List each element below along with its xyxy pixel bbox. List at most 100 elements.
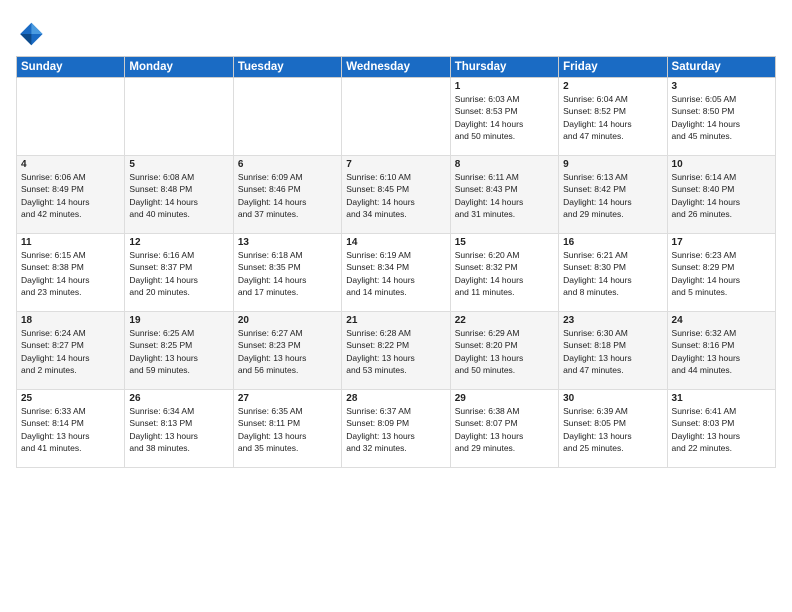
day-info: Sunset: 8:30 PM: [563, 261, 662, 273]
day-info: Sunset: 8:43 PM: [455, 183, 554, 195]
day-info: and 47 minutes.: [563, 130, 662, 142]
day-info: and 22 minutes.: [672, 442, 771, 454]
calendar-cell: 27Sunrise: 6:35 AMSunset: 8:11 PMDayligh…: [233, 390, 341, 468]
day-info: Sunrise: 6:35 AM: [238, 405, 337, 417]
day-info: Sunrise: 6:03 AM: [455, 93, 554, 105]
day-info: Sunset: 8:37 PM: [129, 261, 228, 273]
day-info: and 59 minutes.: [129, 364, 228, 376]
day-info: Sunset: 8:38 PM: [21, 261, 120, 273]
day-info: and 41 minutes.: [21, 442, 120, 454]
day-info: Sunset: 8:46 PM: [238, 183, 337, 195]
day-info: and 29 minutes.: [563, 208, 662, 220]
day-number: 28: [346, 393, 445, 404]
day-info: Sunrise: 6:06 AM: [21, 171, 120, 183]
day-info: Daylight: 13 hours: [238, 352, 337, 364]
day-info: Sunrise: 6:28 AM: [346, 327, 445, 339]
calendar-cell: [342, 78, 450, 156]
day-info: Daylight: 13 hours: [129, 430, 228, 442]
day-info: Sunrise: 6:29 AM: [455, 327, 554, 339]
day-number: 25: [21, 393, 120, 404]
day-info: Sunrise: 6:18 AM: [238, 249, 337, 261]
day-info: Sunrise: 6:41 AM: [672, 405, 771, 417]
calendar-cell: 4Sunrise: 6:06 AMSunset: 8:49 PMDaylight…: [17, 156, 125, 234]
day-info: Sunrise: 6:37 AM: [346, 405, 445, 417]
day-info: Daylight: 14 hours: [238, 196, 337, 208]
day-info: Daylight: 13 hours: [455, 430, 554, 442]
day-number: 17: [672, 237, 771, 248]
day-info: Sunset: 8:05 PM: [563, 417, 662, 429]
day-info: and 8 minutes.: [563, 286, 662, 298]
day-info: and 50 minutes.: [455, 130, 554, 142]
calendar-cell: 8Sunrise: 6:11 AMSunset: 8:43 PMDaylight…: [450, 156, 558, 234]
day-info: Daylight: 14 hours: [21, 352, 120, 364]
day-number: 31: [672, 393, 771, 404]
day-info: Daylight: 14 hours: [346, 274, 445, 286]
day-info: Daylight: 14 hours: [563, 196, 662, 208]
day-number: 27: [238, 393, 337, 404]
day-info: and 38 minutes.: [129, 442, 228, 454]
day-info: Sunset: 8:32 PM: [455, 261, 554, 273]
day-info: Sunset: 8:40 PM: [672, 183, 771, 195]
day-number: 22: [455, 315, 554, 326]
day-info: and 2 minutes.: [21, 364, 120, 376]
calendar-week-row: 25Sunrise: 6:33 AMSunset: 8:14 PMDayligh…: [17, 390, 776, 468]
day-number: 11: [21, 237, 120, 248]
page: SundayMondayTuesdayWednesdayThursdayFrid…: [0, 0, 792, 612]
day-info: Daylight: 14 hours: [672, 274, 771, 286]
day-info: and 31 minutes.: [455, 208, 554, 220]
day-info: Sunset: 8:22 PM: [346, 339, 445, 351]
day-info: Sunset: 8:29 PM: [672, 261, 771, 273]
day-info: Daylight: 13 hours: [672, 430, 771, 442]
day-number: 12: [129, 237, 228, 248]
day-info: Sunset: 8:25 PM: [129, 339, 228, 351]
day-info: and 50 minutes.: [455, 364, 554, 376]
calendar-cell: 18Sunrise: 6:24 AMSunset: 8:27 PMDayligh…: [17, 312, 125, 390]
day-info: Sunset: 8:18 PM: [563, 339, 662, 351]
day-info: Sunset: 8:42 PM: [563, 183, 662, 195]
day-info: and 25 minutes.: [563, 442, 662, 454]
day-info: and 37 minutes.: [238, 208, 337, 220]
day-info: Sunset: 8:11 PM: [238, 417, 337, 429]
day-info: and 11 minutes.: [455, 286, 554, 298]
calendar-table: SundayMondayTuesdayWednesdayThursdayFrid…: [16, 56, 776, 468]
calendar-cell: 5Sunrise: 6:08 AMSunset: 8:48 PMDaylight…: [125, 156, 233, 234]
day-number: 16: [563, 237, 662, 248]
day-info: Sunset: 8:50 PM: [672, 105, 771, 117]
day-info: Sunrise: 6:19 AM: [346, 249, 445, 261]
logo: [16, 20, 48, 48]
day-info: and 42 minutes.: [21, 208, 120, 220]
day-info: Sunrise: 6:34 AM: [129, 405, 228, 417]
day-info: Sunrise: 6:13 AM: [563, 171, 662, 183]
day-info: Sunrise: 6:30 AM: [563, 327, 662, 339]
day-info: Sunrise: 6:15 AM: [21, 249, 120, 261]
day-info: Sunset: 8:52 PM: [563, 105, 662, 117]
day-info: and 26 minutes.: [672, 208, 771, 220]
day-info: Sunset: 8:45 PM: [346, 183, 445, 195]
day-info: Sunrise: 6:08 AM: [129, 171, 228, 183]
weekday-header: Monday: [125, 57, 233, 78]
day-info: and 47 minutes.: [563, 364, 662, 376]
day-info: Daylight: 13 hours: [563, 430, 662, 442]
day-number: 19: [129, 315, 228, 326]
calendar-week-row: 11Sunrise: 6:15 AMSunset: 8:38 PM Dayligh…: [17, 234, 776, 312]
calendar-header-row: SundayMondayTuesdayWednesdayThursdayFrid…: [17, 57, 776, 78]
day-number: 23: [563, 315, 662, 326]
calendar-cell: 2Sunrise: 6:04 AMSunset: 8:52 PMDaylight…: [559, 78, 667, 156]
day-info: and 53 minutes.: [346, 364, 445, 376]
day-info: and 45 minutes.: [672, 130, 771, 142]
day-number: 14: [346, 237, 445, 248]
calendar-cell: 25Sunrise: 6:33 AMSunset: 8:14 PMDayligh…: [17, 390, 125, 468]
weekday-header: Friday: [559, 57, 667, 78]
day-info: Sunset: 8:34 PM: [346, 261, 445, 273]
day-info: Daylight: 14 hours: [21, 196, 120, 208]
calendar-cell: 23Sunrise: 6:30 AMSunset: 8:18 PMDayligh…: [559, 312, 667, 390]
calendar-cell: 15Sunrise: 6:20 AMSunset: 8:32 PMDayligh…: [450, 234, 558, 312]
day-number: 7: [346, 159, 445, 170]
day-info: and 56 minutes.: [238, 364, 337, 376]
day-info: and 5 minutes.: [672, 286, 771, 298]
day-info: Sunrise: 6:27 AM: [238, 327, 337, 339]
day-info: Sunrise: 6:16 AM: [129, 249, 228, 261]
day-number: 9: [563, 159, 662, 170]
day-info: Sunrise: 6:39 AM: [563, 405, 662, 417]
weekday-header: Tuesday: [233, 57, 341, 78]
